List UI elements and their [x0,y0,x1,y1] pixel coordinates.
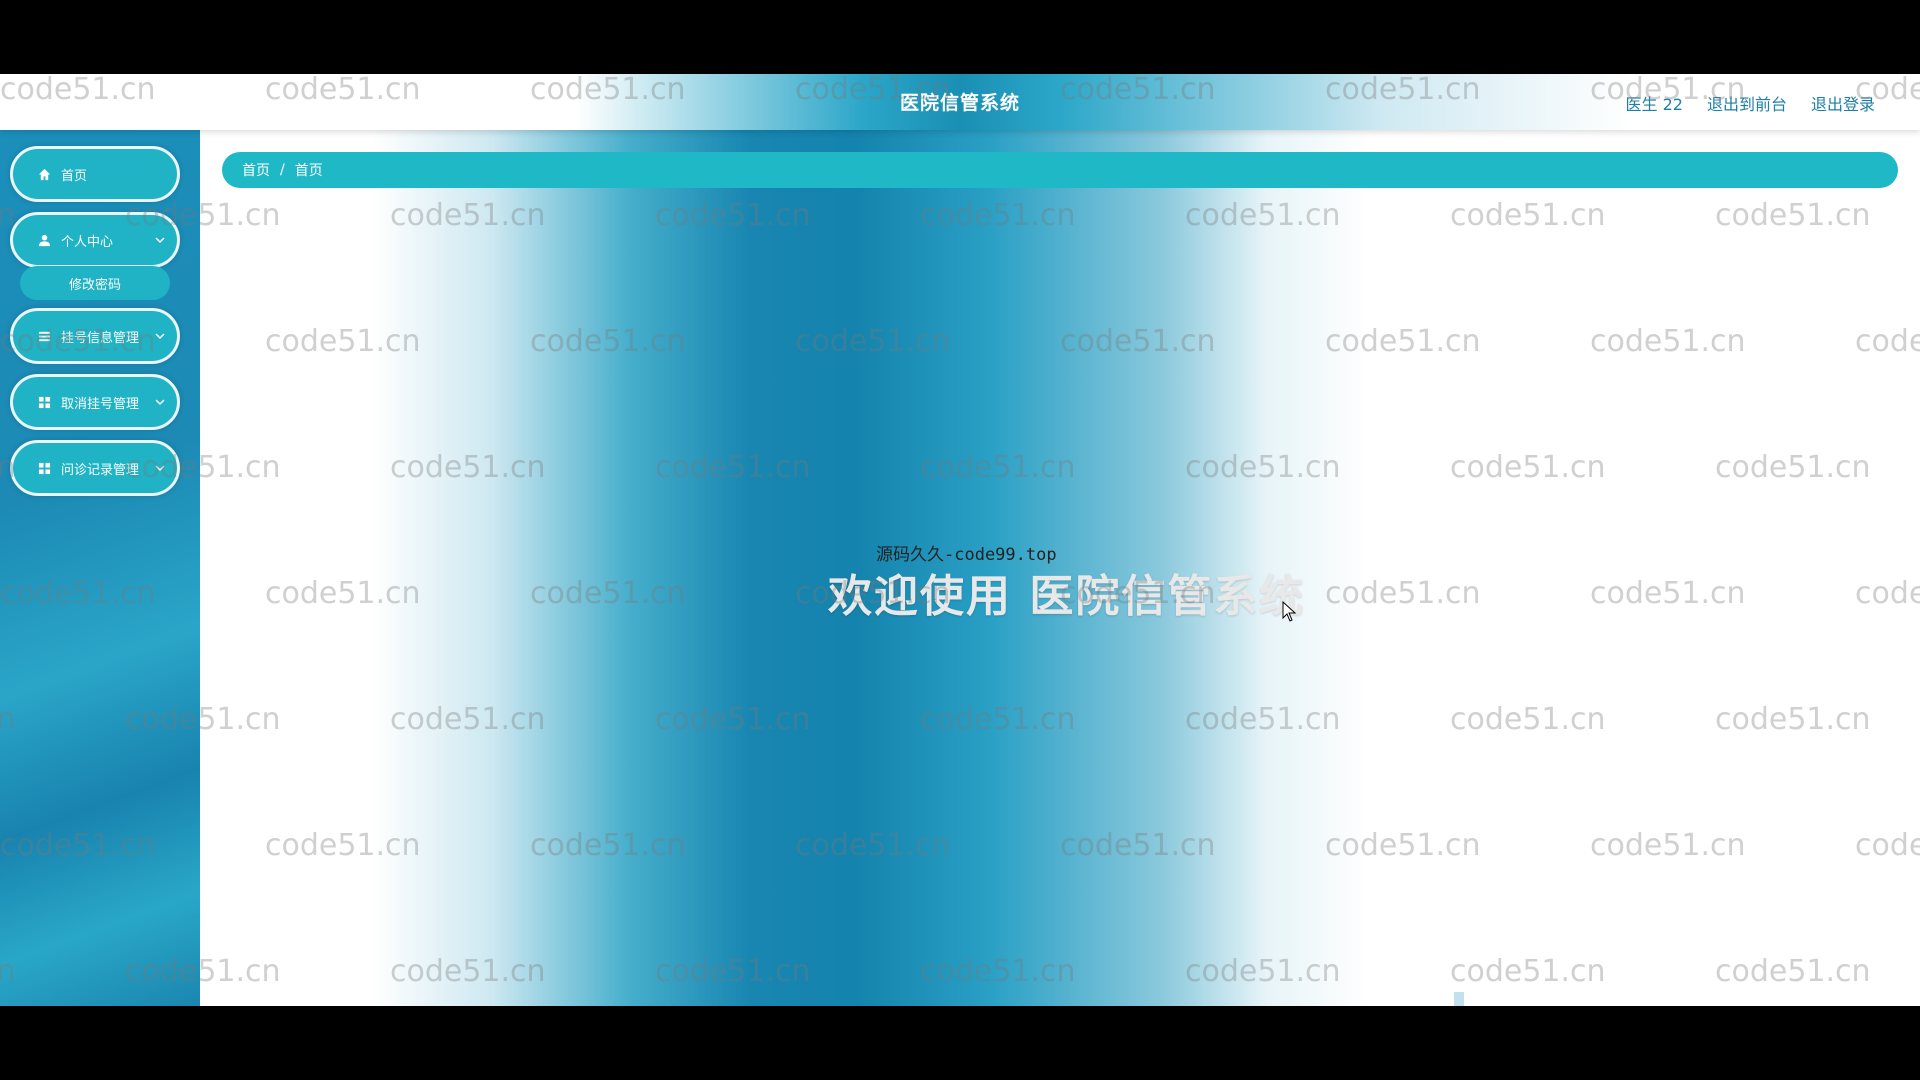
sidebar-item-home[interactable]: 首页 [10,146,180,202]
chevron-down-icon [155,397,165,410]
app-window: 医院信管系统 医生 22 退出到前台 退出登录 首页 个人中心 修改密码 挂号信… [0,74,1920,1006]
welcome-heading: 欢迎使用 医院信管系统 [828,571,1306,622]
user-icon [37,233,51,247]
sidebar-item-personal-center[interactable]: 个人中心 [10,212,180,268]
home-icon [37,167,51,181]
logout-link[interactable]: 退出登录 [1811,91,1875,115]
corner-logo-icon [1454,992,1464,1006]
sidebar-item-label: 挂号信息管理 [61,330,140,346]
grid-icon [37,461,51,475]
list-icon [37,329,51,343]
grid-icon [37,395,51,409]
sidebar-subitem-change-password[interactable]: 修改密码 [20,266,170,300]
sidebar-item-registration[interactable]: 挂号信息管理 [10,308,180,364]
breadcrumb-separator: / [280,162,285,178]
mouse-cursor-icon [1282,601,1297,622]
sidebar-item-label: 首页 [61,168,88,184]
sidebar-item-label: 个人中心 [61,234,114,250]
sidebar: 首页 个人中心 修改密码 挂号信息管理 取消挂号管理 问诊记录管理 [0,130,200,1006]
sidebar-item-label: 问诊记录管理 [61,462,140,478]
top-header: 医院信管系统 医生 22 退出到前台 退出登录 [0,74,1920,130]
breadcrumb-item-home[interactable]: 首页 [242,160,270,180]
back-to-front-link[interactable]: 退出到前台 [1707,91,1787,115]
user-label: 医生 22 [1625,95,1683,114]
header-actions: 医生 22 退出到前台 退出登录 [1626,91,1875,115]
breadcrumb: 首页 / 首页 [222,152,1898,188]
sidebar-item-cancel-registration[interactable]: 取消挂号管理 [10,374,180,430]
breadcrumb-item-current: 首页 [294,163,323,179]
sidebar-item-label: 取消挂号管理 [61,396,140,412]
chevron-down-icon [155,463,165,476]
main-content: 首页 / 首页 源码久久-code99.top 欢迎使用 医院信管系统 [200,130,1920,1006]
sidebar-item-consultation-records[interactable]: 问诊记录管理 [10,440,180,496]
chevron-down-icon [155,331,165,344]
chevron-down-icon [155,235,165,248]
